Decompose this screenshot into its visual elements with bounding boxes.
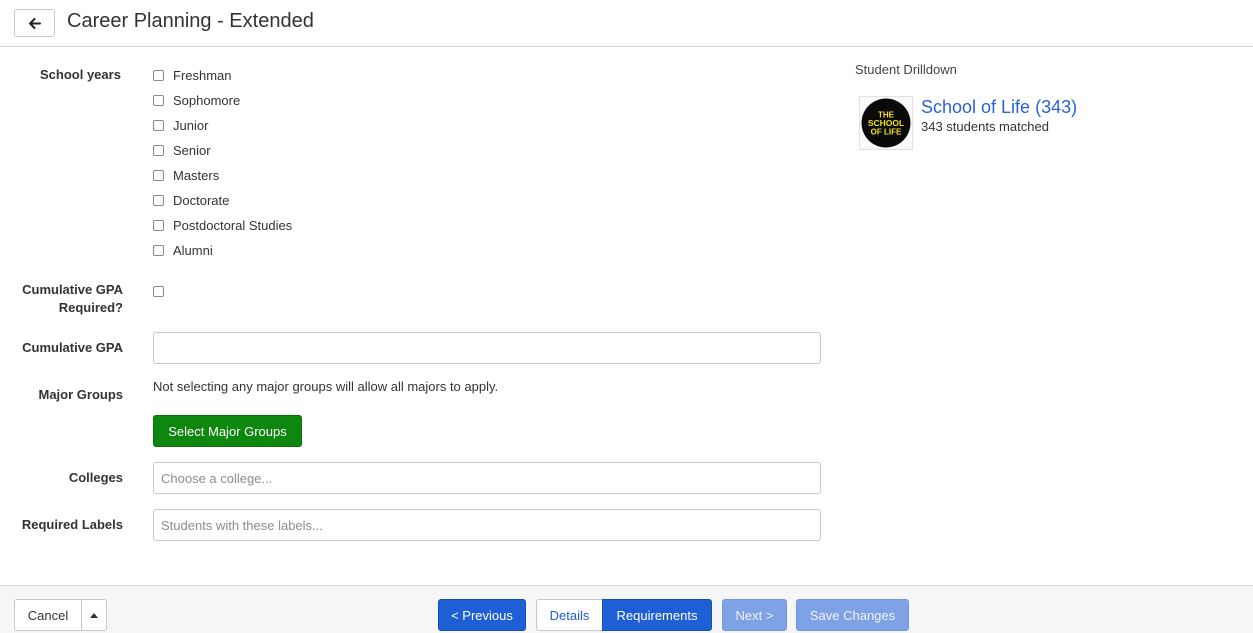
select-major-groups-button[interactable]: Select Major Groups [153,415,302,447]
svg-text:SCHOOL: SCHOOL [868,118,904,128]
gpa-required-label: Cumulative GPA Required? [22,282,123,315]
school-year-checkbox[interactable] [153,244,164,256]
students-matched-count: 343 students matched [921,119,1049,134]
page-title: Career Planning - Extended [67,10,314,32]
required-labels-input[interactable]: Students with these labels... [153,509,821,541]
school-year-option[interactable]: Postdoctoral Studies [153,216,292,234]
major-groups-label: Major Groups [38,387,123,402]
school-year-option[interactable]: Senior [153,141,211,159]
school-year-option[interactable]: Masters [153,166,219,184]
school-year-option[interactable]: Alumni [153,241,213,259]
school-of-life-logo-icon: THE SCHOOL OF LIFE [861,98,911,148]
gpa-required-checkbox[interactable] [153,285,164,297]
cancel-button[interactable]: Cancel [14,599,82,631]
school-year-label: Senior [173,142,211,158]
gpa-label: Cumulative GPA [22,340,123,355]
school-years-label: School years [40,67,121,82]
drilldown-title: Student Drilldown [855,62,957,77]
school-year-option[interactable]: Junior [153,116,208,134]
school-year-checkbox[interactable] [153,144,164,156]
gpa-required-row [153,282,164,300]
school-year-checkbox[interactable] [153,194,164,206]
school-year-checkbox[interactable] [153,119,164,131]
school-year-label: Sophomore [173,92,241,108]
school-year-label: Doctorate [173,192,230,208]
cancel-dropdown-button[interactable] [81,599,107,631]
colleges-input[interactable]: Choose a college... [153,462,821,494]
tab-requirements[interactable]: Requirements [602,599,712,631]
major-groups-help: Not selecting any major groups will allo… [153,379,499,394]
school-link[interactable]: School of Life (343) [921,97,1077,118]
school-year-label: Postdoctoral Studies [173,217,293,233]
school-year-label: Freshman [173,67,232,83]
school-year-option[interactable]: Freshman [153,66,232,84]
school-year-option[interactable]: Doctorate [153,191,229,209]
page-header: Career Planning - Extended [0,0,1253,47]
colleges-label: Colleges [68,470,123,485]
school-year-option[interactable]: Sophomore [153,91,240,109]
tab-details[interactable]: Details [536,599,603,631]
required-labels-label: Required Labels [21,517,123,532]
school-year-checkbox[interactable] [153,169,164,181]
previous-button[interactable]: < Previous [438,599,526,631]
school-year-checkbox[interactable] [153,94,164,106]
back-button[interactable] [14,9,55,37]
arrow-left-icon [28,17,41,29]
school-year-label: Masters [173,167,220,183]
svg-text:OF LIFE: OF LIFE [871,128,902,137]
school-year-checkbox[interactable] [153,219,164,231]
gpa-input[interactable] [153,332,821,364]
caret-up-icon [90,612,98,618]
next-button[interactable]: Next > [722,599,787,631]
school-year-checkbox[interactable] [153,69,164,81]
footer-bar: Cancel < Previous Details Requirements N… [0,585,1253,633]
school-year-label: Junior [173,117,209,133]
school-year-label: Alumni [173,242,213,258]
school-logo: THE SCHOOL OF LIFE [859,96,913,150]
save-changes-button[interactable]: Save Changes [796,599,909,631]
